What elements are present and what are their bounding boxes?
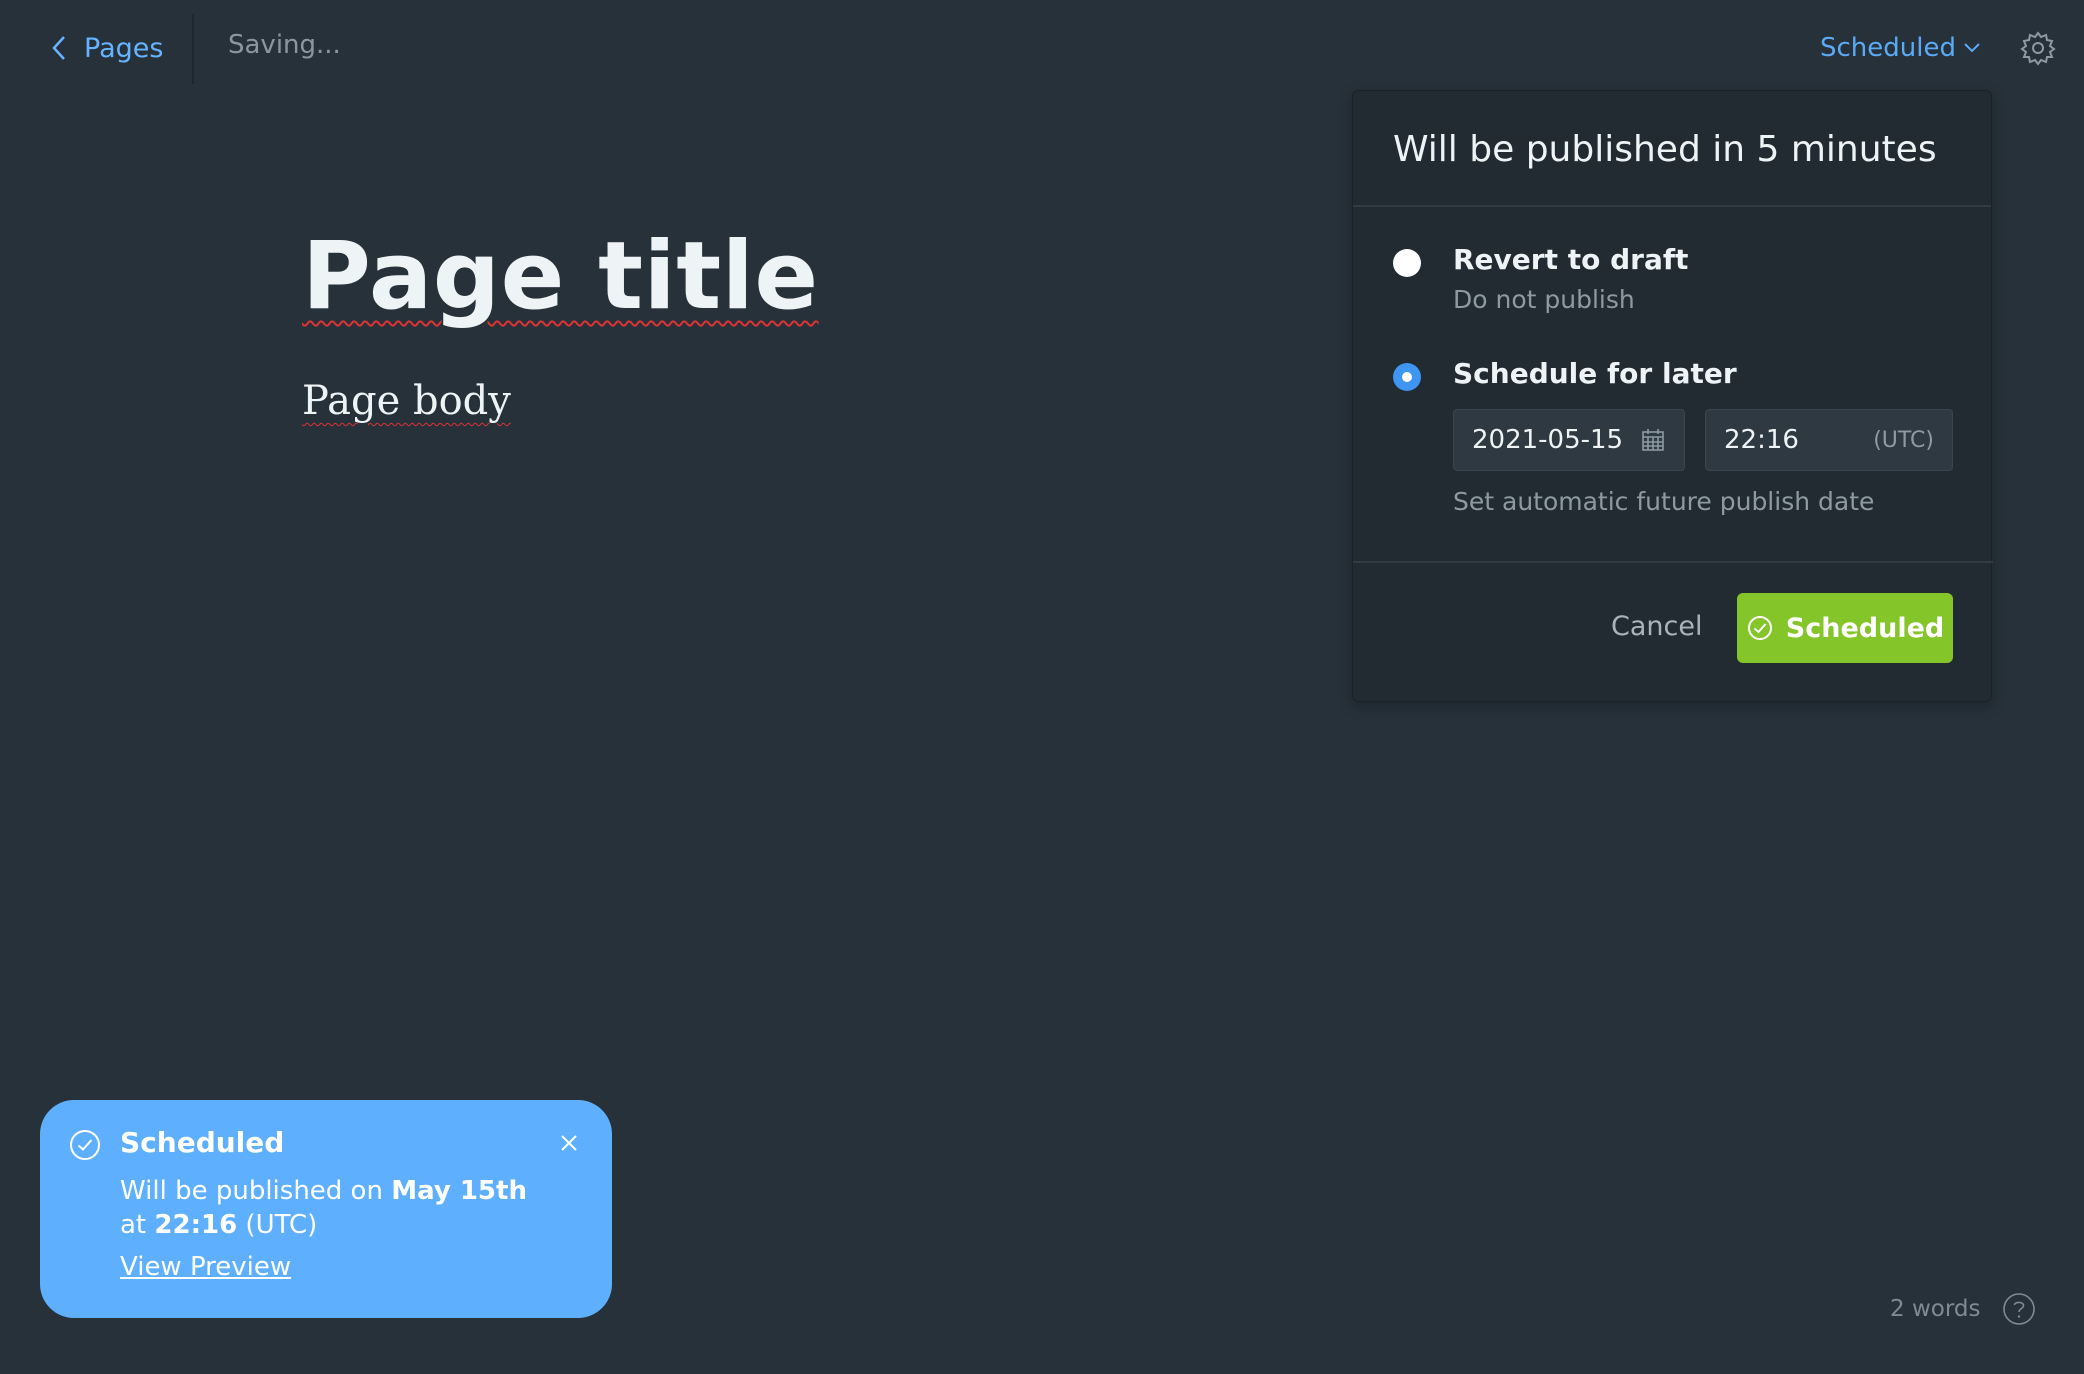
scheduled-notification: Scheduled Will be published on May 15th … (40, 1100, 612, 1318)
scheduled-button[interactable]: Scheduled (1737, 593, 1953, 663)
schedule-hint: Set automatic future publish date (1453, 487, 1875, 516)
chevron-left-icon (52, 36, 65, 60)
timezone-label: (UTC) (1873, 427, 1934, 453)
message-prefix: Will be published on (120, 1176, 392, 1206)
saving-status: Saving... (228, 30, 341, 60)
word-count: 2 words (1890, 1296, 1981, 1322)
time-input[interactable]: 22:16 (UTC) (1705, 409, 1953, 471)
calendar-icon[interactable] (1640, 427, 1666, 453)
date-value: 2021-05-15 (1472, 425, 1624, 455)
option-label: Schedule for later (1453, 357, 1737, 390)
page-body[interactable]: Page body (302, 378, 511, 424)
notification-message-line2: at 22:16 (UTC) (120, 1210, 317, 1240)
publish-menu-heading: Will be published in 5 minutes (1353, 91, 1991, 207)
back-link-label: Pages (84, 32, 164, 64)
editor-screen: Pages Saving... Scheduled Page title Pag… (0, 0, 2084, 1374)
time-value: 22:16 (1724, 425, 1799, 455)
date-input[interactable]: 2021-05-15 (1453, 409, 1685, 471)
option-description: Do not publish (1453, 285, 1635, 314)
cancel-button[interactable]: Cancel (1611, 611, 1702, 642)
radio-revert-to-draft[interactable] (1393, 249, 1421, 277)
scheduled-button-label: Scheduled (1785, 612, 1945, 644)
divider (1353, 561, 1993, 563)
publish-status-dropdown[interactable]: Scheduled (1820, 28, 1982, 68)
message-timezone: (UTC) (237, 1210, 318, 1240)
top-bar: Pages Saving... Scheduled (0, 0, 2084, 96)
page-title[interactable]: Page title (302, 222, 819, 331)
check-circle-icon (70, 1130, 100, 1160)
message-prefix: at (120, 1210, 155, 1240)
publish-status-label: Scheduled (1820, 33, 1956, 63)
notification-title: Scheduled (120, 1126, 285, 1159)
divider (192, 14, 194, 84)
notification-message-line1: Will be published on May 15th (120, 1176, 527, 1206)
view-preview-link[interactable]: View Preview (120, 1252, 291, 1282)
option-label: Revert to draft (1453, 243, 1689, 276)
gear-icon[interactable] (2020, 30, 2056, 66)
chevron-down-icon (1964, 43, 1980, 53)
help-icon[interactable] (2002, 1292, 2036, 1326)
close-icon[interactable] (558, 1132, 580, 1154)
radio-schedule-for-later[interactable] (1393, 363, 1421, 391)
back-to-pages-link[interactable]: Pages (48, 28, 163, 68)
message-date: May 15th (391, 1176, 527, 1206)
publish-menu: Will be published in 5 minutes Revert to… (1352, 90, 1993, 702)
check-circle-icon (1747, 616, 1772, 640)
message-time: 22:16 (154, 1210, 238, 1240)
